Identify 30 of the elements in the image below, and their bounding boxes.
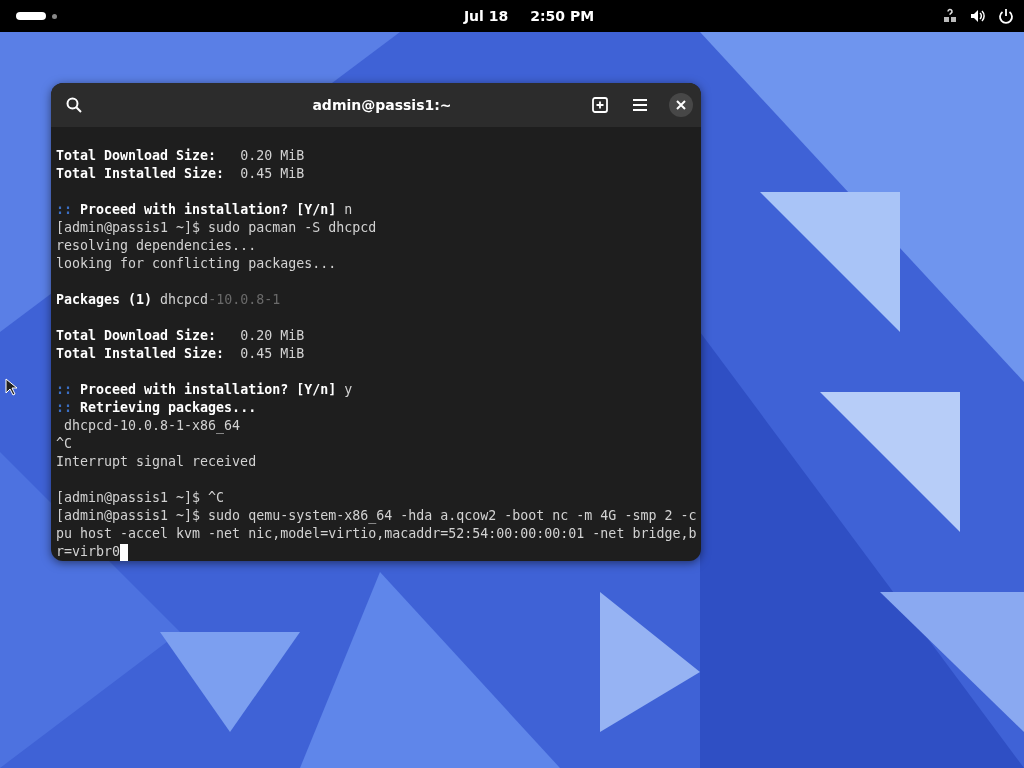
terminal-line: Interrupt signal received <box>56 453 257 471</box>
terminal-line: resolving dependencies... <box>56 237 257 255</box>
terminal-line: :: Proceed with installation? [Y/n] y <box>56 381 353 399</box>
close-icon <box>676 100 686 110</box>
terminal-line: Total Installed Size: 0.45 MiB <box>56 165 305 183</box>
terminal-line: [admin@passis1 ~]$ sudo pacman -S dhcpcd <box>56 219 377 237</box>
terminal-line: Total Installed Size: 0.45 MiB <box>56 345 305 363</box>
terminal-line: pu host -accel kvm -net nic,model=virtio,macaddr=52:54:00:00:00:01 -net bridge,b <box>56 525 697 543</box>
close-button[interactable] <box>669 93 693 117</box>
terminal-line: Total Download Size: 0.20 MiB <box>56 327 305 345</box>
activities-indicator[interactable] <box>14 9 59 23</box>
mouse-pointer-icon <box>5 378 17 396</box>
clock[interactable]: Jul 18 2:50 PM <box>433 8 595 24</box>
terminal-line: r=virbr0 <box>56 543 121 561</box>
menu-icon <box>632 97 648 113</box>
terminal-line: Packages (1) dhcpcd-10.0.8-1 <box>56 291 281 309</box>
terminal-line: looking for conflicting packages... <box>56 255 337 273</box>
terminal-line: :: Retrieving packages... <box>56 399 257 417</box>
terminal-line: Total Download Size: 0.20 MiB <box>56 147 305 165</box>
terminal-line: :: Proceed with installation? [Y/n] n <box>56 201 353 219</box>
power-icon[interactable] <box>998 8 1014 24</box>
search-icon <box>66 97 82 113</box>
plus-square-icon <box>592 97 608 113</box>
terminal-line: dhcpcd-10.0.8-1-x86_64 <box>63 417 241 435</box>
volume-icon[interactable] <box>970 8 986 24</box>
terminal-line: ^C <box>56 435 72 453</box>
window-title: admin@passis1:~ <box>311 97 453 113</box>
network-question-icon[interactable] <box>942 8 958 24</box>
terminal-line: [admin@passis1 ~]$ sudo qemu-system-x86_64 -hda a.qcow2 -boot nc -m 4G -smp 2 -c <box>56 507 697 525</box>
terminal-line: [admin@passis1 ~]$ ^C <box>56 489 225 507</box>
